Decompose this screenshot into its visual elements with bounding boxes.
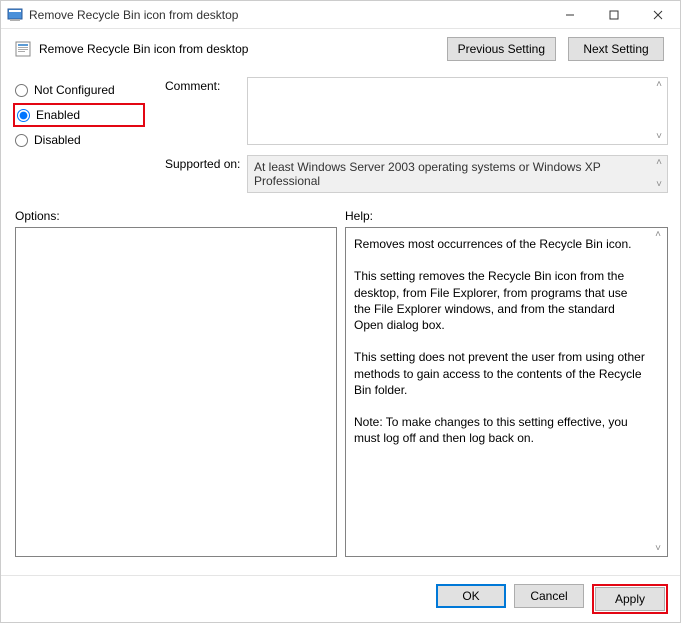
radio-disabled[interactable]: Disabled [15, 127, 145, 153]
policy-header: Remove Recycle Bin icon from desktop Pre… [1, 29, 680, 69]
supported-on-text: At least Windows Server 2003 operating s… [254, 160, 601, 188]
chevron-down-icon: ˅ [651, 544, 665, 554]
ok-button[interactable]: OK [436, 584, 506, 608]
apply-button[interactable]: Apply [595, 587, 665, 611]
radio-enabled-highlight: Enabled [13, 103, 145, 127]
setting-icon [15, 41, 31, 57]
policy-icon [7, 7, 23, 23]
window-title: Remove Recycle Bin icon from desktop [29, 8, 548, 22]
radio-not-configured-label: Not Configured [34, 83, 115, 97]
radio-enabled-label: Enabled [36, 108, 80, 122]
comment-textarea[interactable]: ˄ ˅ [247, 77, 668, 145]
chevron-up-icon: ˄ [653, 158, 665, 168]
chevron-up-icon: ˄ [651, 230, 665, 240]
help-label: Help: [345, 209, 373, 223]
state-radiogroup: Not Configured Enabled Disabled [15, 77, 145, 153]
chevron-down-icon: ˅ [653, 132, 665, 142]
radio-disabled-input[interactable] [15, 134, 28, 147]
policy-editor-window: Remove Recycle Bin icon from desktop Rem… [0, 0, 681, 623]
minimize-button[interactable] [548, 1, 592, 28]
radio-disabled-label: Disabled [34, 133, 81, 147]
help-scroll[interactable]: ˄ ˅ [651, 230, 665, 554]
pane-labels: Options: Help: [1, 203, 680, 227]
chevron-down-icon: ˅ [653, 180, 665, 190]
supported-label: Supported on: [165, 155, 247, 171]
radio-enabled-input[interactable] [17, 109, 30, 122]
supported-scroll: ˄ ˅ [653, 158, 665, 190]
radio-not-configured[interactable]: Not Configured [15, 77, 145, 103]
next-setting-button[interactable]: Next Setting [568, 37, 664, 61]
radio-not-configured-input[interactable] [15, 84, 28, 97]
supported-on-box: At least Windows Server 2003 operating s… [247, 155, 668, 193]
chevron-up-icon: ˄ [653, 80, 665, 90]
cancel-button[interactable]: Cancel [514, 584, 584, 608]
titlebar: Remove Recycle Bin icon from desktop [1, 1, 680, 29]
help-pane: Removes most occurrences of the Recycle … [345, 227, 668, 557]
comment-scroll: ˄ ˅ [653, 80, 665, 142]
options-pane [15, 227, 337, 557]
apply-highlight: Apply [592, 584, 668, 614]
comment-label: Comment: [165, 77, 247, 93]
policy-title: Remove Recycle Bin icon from desktop [39, 42, 447, 56]
dialog-footer: OK Cancel Apply [1, 575, 680, 622]
content-panes: Removes most occurrences of the Recycle … [1, 227, 680, 575]
help-text: Removes most occurrences of the Recycle … [346, 228, 667, 454]
maximize-button[interactable] [592, 1, 636, 28]
previous-setting-button[interactable]: Previous Setting [447, 37, 556, 61]
window-controls [548, 1, 680, 28]
nav-buttons: Previous Setting Next Setting [447, 37, 664, 61]
close-button[interactable] [636, 1, 680, 28]
options-label: Options: [15, 209, 345, 223]
